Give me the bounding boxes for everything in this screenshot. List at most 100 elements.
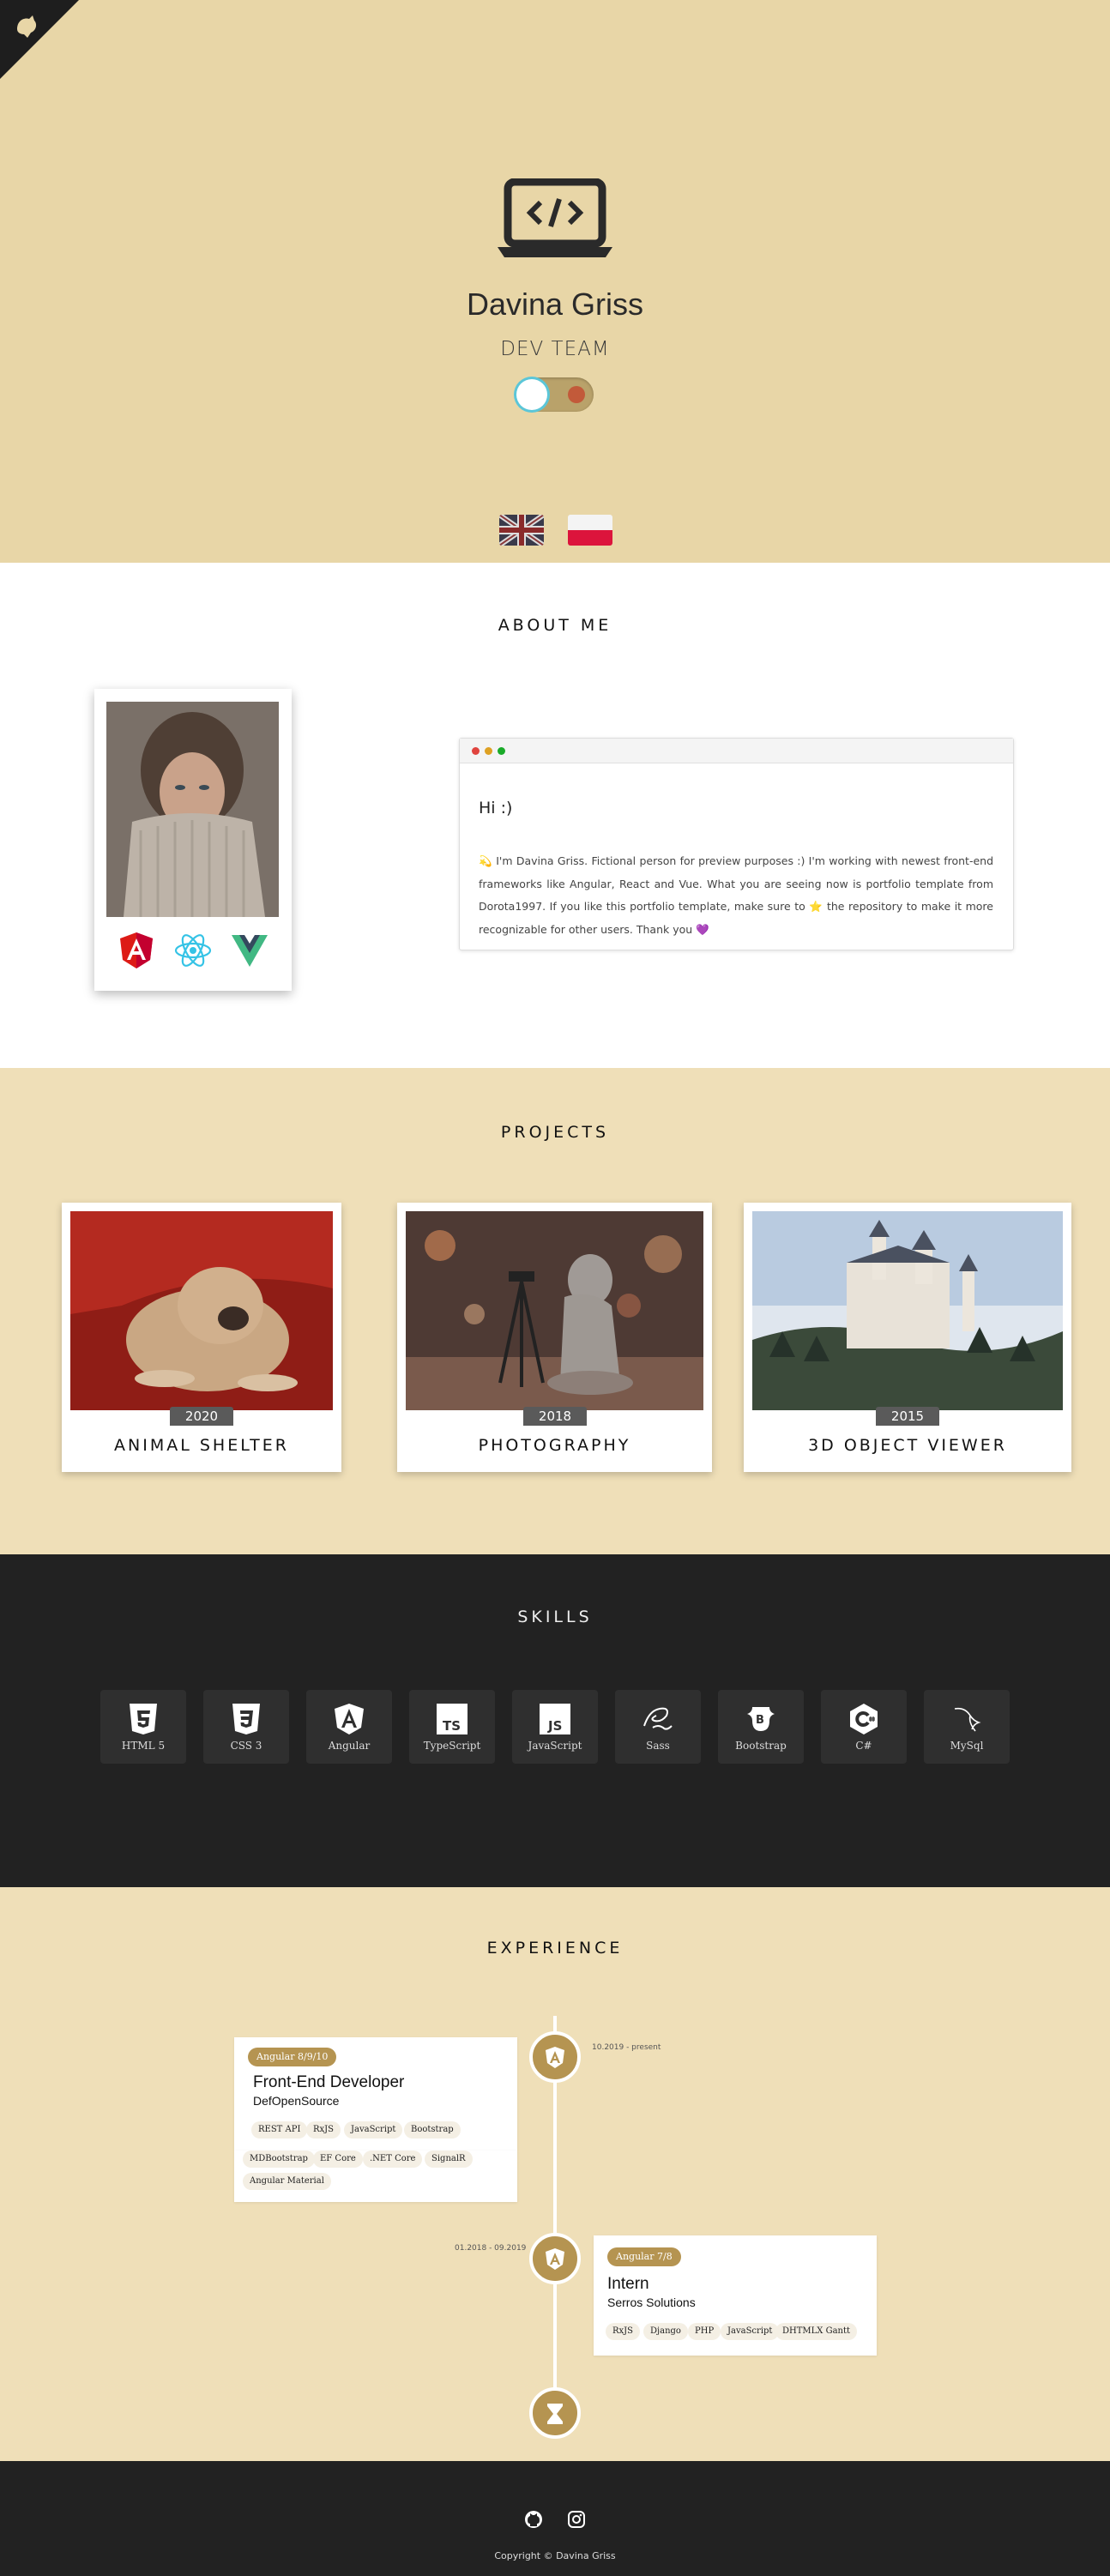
skill-angular: Angular [306,1690,392,1764]
profile-photo [106,702,279,917]
job-date: 10.2019 - present [592,2043,661,2052]
skill-label: C# [855,1740,872,1752]
heart-emoji: 💜 [696,922,709,936]
projects-title: PROJECTS [500,1123,610,1142]
sparkle-emoji: 💫 [479,854,492,867]
tech-logos [94,931,292,974]
octocat-icon[interactable] [12,12,41,41]
angular-icon [120,932,153,968]
github-icon[interactable] [524,2510,543,2529]
project-image[interactable] [752,1211,1063,1410]
skill-csharp: C# [821,1690,907,1764]
job-tag: .NET Core [363,2151,423,2168]
bootstrap-icon: B [747,1707,775,1731]
svg-text:B: B [756,1714,764,1727]
experience-title: EXPERIENCE [486,1939,624,1958]
window-titlebar [460,739,1013,763]
project-year: 2018 [523,1407,587,1426]
timeline-node-angular [529,2031,581,2083]
job-badge: Angular 7/8 [607,2247,681,2266]
about-greeting: Hi :) [479,799,513,817]
star-emoji: ⭐ [809,900,823,913]
developer-role: DEV TEAM [500,338,610,360]
job-tag: EF Core [313,2151,363,2168]
developer-name: Davina Griss [466,287,644,322]
job-badge: Angular 8/9/10 [248,2048,337,2066]
uk-flag-icon[interactable] [499,515,544,546]
job-card-extra-tags: MDBootstrap EF Core .NET Core SignalR An… [234,2151,517,2202]
toggle-knob[interactable] [516,379,547,410]
experience-section: EXPERIENCE Angular 8/9/10 Front-End Deve… [0,1887,1110,2461]
theme-toggle[interactable] [515,377,594,412]
job-tag: JavaScript [344,2121,403,2139]
skill-label: JavaScript [528,1740,582,1752]
job-tag: Bootstrap [404,2121,461,2139]
job-company: Serros Solutions [607,2295,696,2309]
skill-typescript: TS TypeScript [409,1690,495,1764]
svg-text:TS: TS [443,1718,461,1734]
skill-label: MySql [950,1740,984,1752]
job-card: Angular 8/9/10 Front-End Developer DefOp… [234,2037,517,2151]
project-name: ANIMAL SHELTER [114,1436,289,1455]
poland-flag-icon[interactable] [568,515,612,546]
skill-label: Sass [646,1740,670,1752]
project-year: 2020 [170,1407,233,1426]
project-card[interactable]: 2020 ANIMAL SHELTER [62,1203,341,1472]
timeline-end-node [529,2387,581,2439]
job-tag: SignalR [425,2151,473,2168]
projects-section: PROJECTS 2020 ANIMAL SHELTER 2018 PHOTOG… [0,1068,1110,1554]
mysql-icon [954,1707,981,1732]
project-card[interactable]: 2018 PHOTOGRAPHY [397,1203,712,1472]
about-description: 💫 I'm Davina Griss. Fictional person for… [479,850,993,941]
skill-label: HTML 5 [121,1740,166,1752]
skill-label: CSS 3 [230,1740,262,1752]
project-image[interactable] [406,1211,703,1410]
timeline-node-angular [529,2233,581,2284]
typescript-icon: TS [437,1704,468,1734]
svg-text:JS: JS [547,1718,562,1734]
sass-icon [643,1707,673,1730]
about-section: ABOUT ME Hi:) 💫 I'm Davina Griss. Ficti… [0,563,1110,1068]
project-image[interactable] [70,1211,333,1410]
job-tag: PHP [688,2323,721,2340]
project-card[interactable]: 2015 3D OBJECT VIEWER [744,1203,1071,1472]
angular-icon [335,1704,364,1734]
job-card: Angular 7/8 Intern Serros Solutions RxJS… [594,2235,877,2356]
copyright-text: Copyright © Davina Griss [494,2550,616,2561]
job-tag: DHTMLX Gantt [775,2323,858,2340]
project-year: 2015 [876,1407,939,1426]
angular-icon [546,2047,564,2068]
job-date: 01.2018 - 09.2019 [455,2244,527,2253]
job-company: DefOpenSource [253,2094,340,2108]
javascript-icon: JS [540,1704,570,1734]
minimize-dot [485,747,492,755]
skill-html5: HTML 5 [100,1690,186,1764]
job-tag: RxJS [306,2121,341,2139]
job-tag: Angular Material [243,2173,331,2190]
close-dot [472,747,480,755]
html5-icon [130,1704,157,1734]
footer-section: Copyright © Davina Griss [0,2461,1110,2576]
project-name: 3D OBJECT VIEWER [808,1436,1007,1455]
skill-sass: Sass [615,1690,701,1764]
maximize-dot [498,747,505,755]
skills-title: SKILLS [517,1608,593,1626]
skill-label: TypeScript [423,1740,481,1752]
csharp-icon [850,1704,878,1734]
vue-icon [232,935,268,967]
skill-label: Bootstrap [735,1740,787,1752]
profile-polaroid [94,689,292,991]
job-tag: REST API [251,2121,308,2139]
skills-section: SKILLS HTML 5 CSS 3 Angular TS TypeScrip… [0,1554,1110,1887]
laptop-code-icon [498,178,612,257]
job-tag: RxJS [606,2323,641,2340]
job-tag: MDBootstrap [243,2151,315,2168]
react-icon [174,934,212,967]
css3-icon [232,1704,260,1734]
about-title: ABOUT ME [498,616,612,635]
job-title: Intern [607,2275,649,2293]
job-tag: JavaScript [721,2323,780,2340]
skill-mysql: MySql [924,1690,1010,1764]
instagram-icon[interactable] [567,2510,586,2529]
hourglass-icon [547,2404,563,2424]
